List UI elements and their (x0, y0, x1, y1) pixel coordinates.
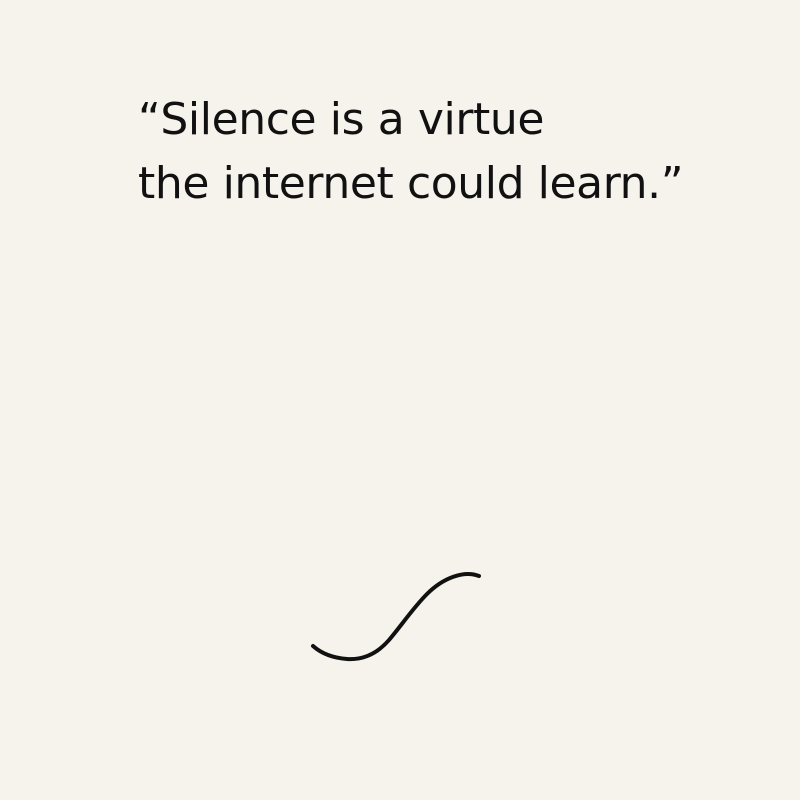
swash-stroke (311, 572, 481, 662)
quote-line-2: the internet could learn.” (138, 158, 684, 209)
swash-curve-icon (311, 572, 481, 662)
quote-line-1: “Silence is a virtue (138, 94, 545, 145)
quote-text: “Silence is a virtue the internet could … (138, 88, 684, 216)
quote-card: “Silence is a virtue the internet could … (0, 0, 800, 800)
